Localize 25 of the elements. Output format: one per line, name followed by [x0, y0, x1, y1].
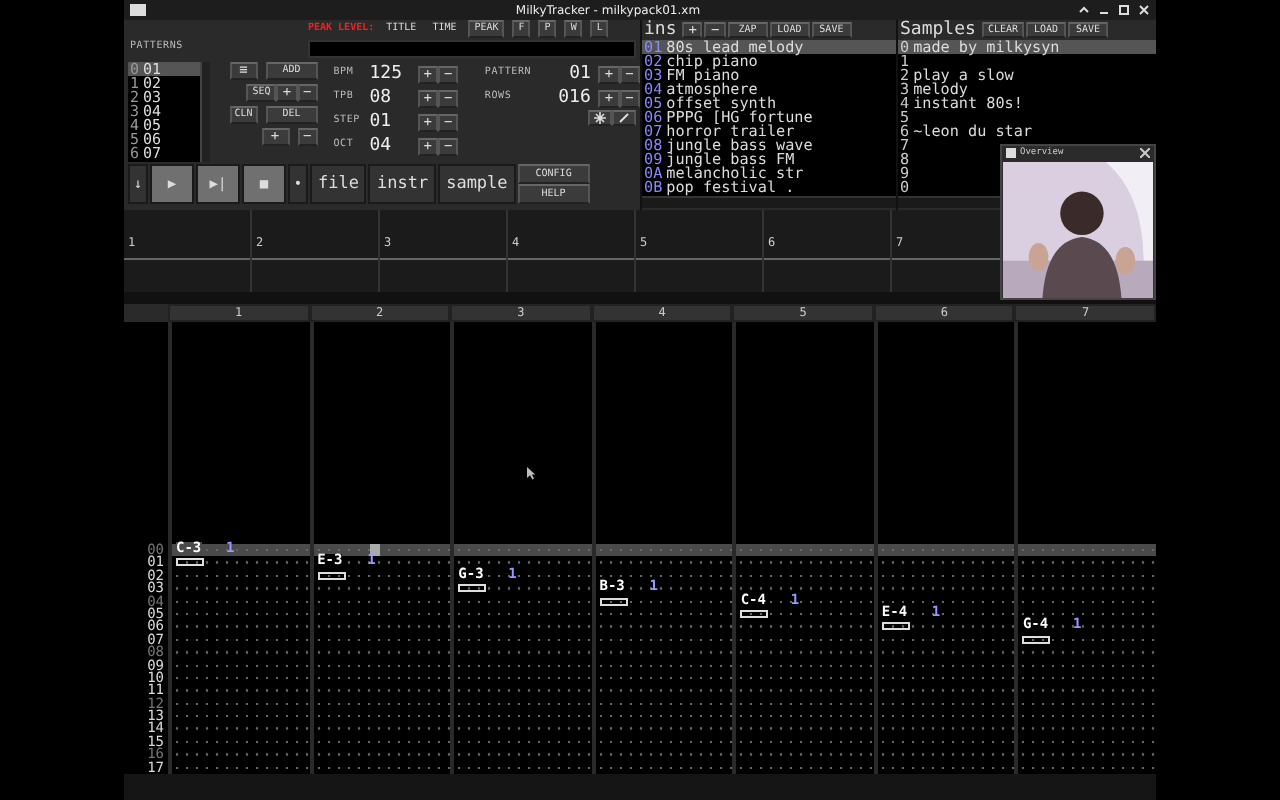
mouse-pointer-icon[interactable]: [526, 466, 537, 480]
transport-button[interactable]: sample: [438, 164, 516, 204]
setting-value: 01: [369, 113, 394, 131]
panel-title: ins: [644, 21, 677, 39]
tool-button[interactable]: [612, 110, 636, 126]
asterisk-icon[interactable]: [594, 112, 606, 124]
window-menu-icon: [1006, 148, 1016, 159]
setting-value: 125: [369, 65, 405, 83]
tool-button[interactable]: [588, 110, 612, 126]
transport-button[interactable]: instr: [368, 164, 437, 204]
collapse-icon[interactable]: [1078, 4, 1090, 16]
scrollbar[interactable]: [124, 292, 1156, 304]
slash-icon[interactable]: [618, 112, 630, 124]
setting-value: 01: [567, 65, 591, 83]
scrollbar[interactable]: [124, 774, 1156, 800]
scrollbar[interactable]: [642, 196, 896, 208]
setting-value: 08: [369, 89, 394, 107]
maximize-icon[interactable]: [1118, 4, 1130, 16]
close-icon[interactable]: [1140, 148, 1150, 159]
close-icon[interactable]: [1138, 4, 1150, 16]
setting-value: 016: [556, 89, 591, 107]
setting-value: 04: [369, 137, 394, 155]
panel-title: Samples: [900, 21, 976, 39]
transport-button[interactable]: file: [310, 164, 367, 204]
scrollbar[interactable]: [200, 62, 210, 162]
